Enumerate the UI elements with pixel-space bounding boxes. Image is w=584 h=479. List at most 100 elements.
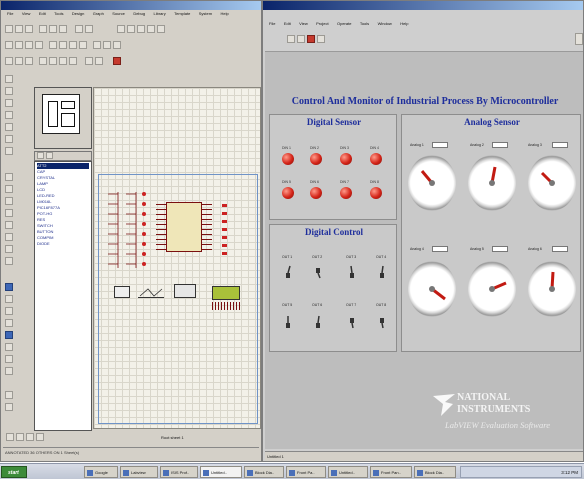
block-copy-icon[interactable] — [5, 41, 13, 49]
pin-icon[interactable] — [5, 185, 13, 193]
lv-menu-project[interactable]: Project — [316, 21, 328, 26]
paste-icon[interactable] — [157, 25, 165, 33]
taskbar-item[interactable]: Google — [84, 466, 118, 478]
redo-icon[interactable] — [127, 25, 135, 33]
zoom-child-icon[interactable] — [85, 57, 93, 65]
grid-icon[interactable] — [49, 25, 57, 33]
property-assign-icon[interactable] — [113, 41, 121, 49]
lv-menu-file[interactable]: File — [269, 21, 275, 26]
lv-menu-edit[interactable]: Edit — [284, 21, 291, 26]
menu-graph[interactable]: Graph — [93, 11, 104, 16]
toggle-switch-3[interactable] — [348, 265, 356, 279]
isis-titlebar[interactable] — [1, 1, 261, 10]
toggle-switch-8[interactable] — [378, 315, 386, 329]
menu-library[interactable]: Library — [154, 11, 166, 16]
menu-debug[interactable]: Debug — [133, 11, 145, 16]
taskbar-item[interactable]: Untitled.. — [328, 466, 368, 478]
taskbar-item[interactable]: Block Dia.. — [244, 466, 284, 478]
taskbar-item[interactable]: Front Pa.. — [286, 466, 326, 478]
bug-icon[interactable] — [113, 57, 121, 65]
start-button[interactable]: start — [1, 466, 27, 478]
output-leds-right[interactable] — [220, 204, 230, 264]
new-icon[interactable] — [5, 25, 13, 33]
subcircuit-icon[interactable] — [5, 147, 13, 155]
menu-help[interactable]: Help — [220, 11, 228, 16]
symbol-icon[interactable] — [5, 355, 13, 363]
selection-mode-icon[interactable] — [5, 75, 13, 83]
erc-icon[interactable] — [25, 57, 33, 65]
library-manager-icon[interactable] — [46, 152, 53, 159]
decompose-icon[interactable] — [79, 41, 87, 49]
wire-label-icon[interactable] — [5, 111, 13, 119]
ares-icon[interactable] — [39, 57, 47, 65]
editor-icon[interactable] — [95, 57, 103, 65]
run-arrow-icon[interactable] — [287, 35, 295, 43]
block-delete-icon[interactable] — [35, 41, 43, 49]
taskbar-item[interactable]: Untitled.. — [200, 466, 242, 478]
clock[interactable]: 3:12 PM — [561, 470, 578, 475]
make-device-icon[interactable] — [59, 41, 67, 49]
taskbar-item[interactable]: Labview — [120, 466, 158, 478]
component-mode-icon[interactable] — [5, 87, 13, 95]
lv-menu-window[interactable]: Window — [378, 21, 392, 26]
virtual-instrument-icon[interactable] — [5, 257, 13, 265]
line-icon[interactable] — [5, 283, 13, 291]
cut-icon[interactable] — [137, 25, 145, 33]
open-icon[interactable] — [15, 25, 23, 33]
bom-icon[interactable] — [15, 57, 23, 65]
lv-menu-operate[interactable]: Operate — [337, 21, 351, 26]
overview-window[interactable] — [34, 87, 92, 149]
new-sheet-icon[interactable] — [59, 57, 67, 65]
taskbar-item[interactable]: Block Dia.. — [414, 466, 456, 478]
lv-menu-view[interactable]: View — [299, 21, 308, 26]
current-probe-icon[interactable] — [5, 245, 13, 253]
zoom-in-icon[interactable] — [75, 25, 83, 33]
device-item[interactable]: DIODE — [37, 241, 89, 247]
text-icon[interactable] — [5, 343, 13, 351]
stop-icon[interactable] — [36, 433, 44, 441]
menu-view[interactable]: View — [22, 11, 31, 16]
bus-icon[interactable] — [5, 135, 13, 143]
toggle-switch-2[interactable] — [314, 265, 322, 279]
circle-icon[interactable] — [5, 307, 13, 315]
copy-icon[interactable] — [147, 25, 155, 33]
terminal-icon[interactable] — [5, 173, 13, 181]
menu-edit[interactable]: Edit — [39, 11, 46, 16]
lv-menu-tools[interactable]: Tools — [360, 21, 369, 26]
menu-source[interactable]: Source — [112, 11, 125, 16]
toggle-switch-6[interactable] — [314, 315, 322, 329]
junction-icon[interactable] — [5, 99, 13, 107]
path-icon[interactable] — [5, 331, 13, 339]
taskbar-item[interactable]: Front Pan.. — [370, 466, 412, 478]
save-icon[interactable] — [25, 25, 33, 33]
play-icon[interactable] — [6, 433, 14, 441]
lcd-component[interactable] — [212, 286, 240, 300]
microcontroller-chip[interactable] — [166, 202, 202, 252]
rotate-ccw-icon[interactable] — [5, 403, 13, 411]
zoom-out-icon[interactable] — [85, 25, 93, 33]
package-tool-icon[interactable] — [69, 41, 77, 49]
rotate-cw-icon[interactable] — [5, 391, 13, 399]
run-continuously-icon[interactable] — [297, 35, 305, 43]
labview-status-tab[interactable]: Untitled 1 — [267, 454, 284, 459]
abort-icon[interactable] — [307, 35, 315, 43]
vi-icon[interactable] — [575, 33, 583, 45]
menu-tools[interactable]: Tools — [54, 11, 63, 16]
taskbar-item[interactable]: ISIS Prof.. — [160, 466, 198, 478]
search-tag-icon[interactable] — [103, 41, 111, 49]
undo-icon[interactable] — [117, 25, 125, 33]
schematic-canvas[interactable] — [93, 87, 261, 429]
menu-system[interactable]: System — [199, 11, 212, 16]
pause-execution-icon[interactable] — [317, 35, 325, 43]
tape-icon[interactable] — [5, 209, 13, 217]
graph-icon[interactable] — [5, 197, 13, 205]
lv-menu-help[interactable]: Help — [400, 21, 408, 26]
toggle-switch-7[interactable] — [348, 315, 356, 329]
design-explorer-icon[interactable] — [49, 57, 57, 65]
marker-icon[interactable] — [5, 367, 13, 375]
origin-icon[interactable] — [59, 25, 67, 33]
menu-design[interactable]: Design — [72, 11, 84, 16]
remove-sheet-icon[interactable] — [69, 57, 77, 65]
wire-autorouter-icon[interactable] — [93, 41, 101, 49]
menu-file[interactable]: File — [7, 11, 13, 16]
